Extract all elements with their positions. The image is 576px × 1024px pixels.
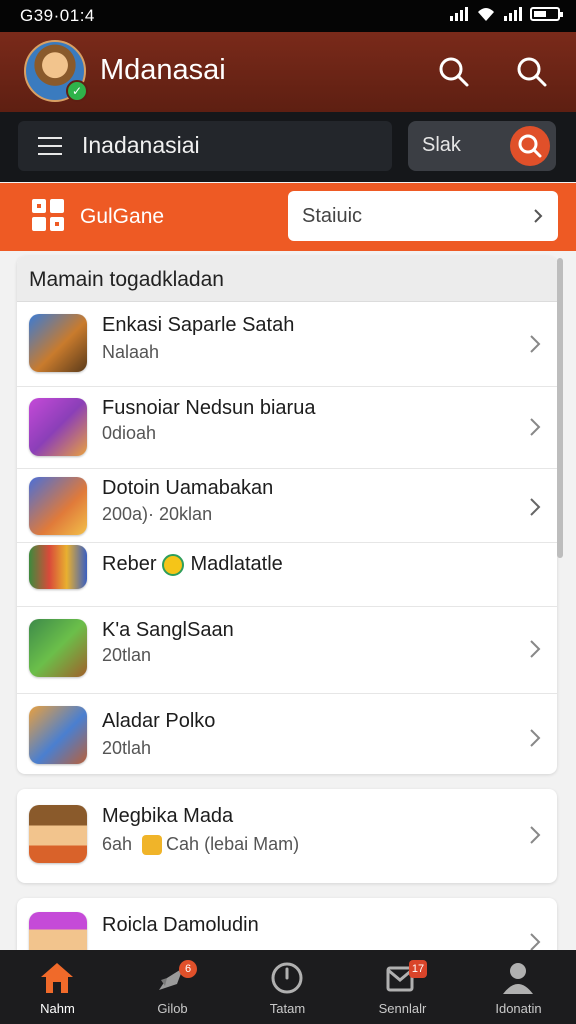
game-thumbnail bbox=[29, 619, 87, 677]
category-select-value: Staiuic bbox=[302, 205, 363, 227]
game-thumbnail bbox=[29, 398, 87, 456]
scrollbar[interactable] bbox=[557, 258, 563, 558]
game-thumbnail bbox=[29, 706, 87, 764]
nav-gilob[interactable]: 6 Gilob bbox=[115, 950, 230, 1024]
smiley-icon bbox=[162, 553, 185, 576]
game-thumbnail bbox=[29, 545, 87, 589]
nav-label: Idonatin bbox=[495, 1001, 542, 1016]
search-bar-row: Inadanasiai Slak bbox=[0, 112, 576, 182]
menu-icon[interactable] bbox=[38, 137, 62, 155]
chevron-right-icon bbox=[534, 209, 543, 223]
list-item-subtitle: 6ah Cah (lebai Mam) bbox=[102, 834, 300, 856]
clock-icon bbox=[271, 962, 303, 994]
chevron-right-icon bbox=[530, 729, 541, 747]
online-badge-icon: ✓ bbox=[66, 80, 88, 102]
list-item-subtitle: 200a)· 20klan bbox=[102, 504, 213, 524]
signal-icon bbox=[450, 7, 468, 21]
chevron-right-icon bbox=[530, 335, 541, 353]
coin-icon bbox=[142, 835, 163, 856]
list-item[interactable]: K'a SanglSaan 20tlan bbox=[17, 607, 557, 694]
list-item-title: K'a SanglSaan bbox=[102, 619, 234, 641]
chevron-right-icon bbox=[530, 418, 541, 436]
list-item-title: Dotoin Uamabakan bbox=[102, 477, 274, 499]
list-item-card[interactable]: Megbika Mada 6ah Cah (lebai Mam) bbox=[17, 789, 557, 883]
nav-label: Nahm bbox=[40, 1001, 75, 1016]
search-button[interactable]: Slak bbox=[408, 121, 556, 171]
nav-badge: 6 bbox=[179, 960, 197, 978]
list-item[interactable]: Enkasi Saparle Satah Nalaah bbox=[17, 302, 557, 387]
search-button-label: Slak bbox=[422, 134, 461, 156]
nav-badge: 17 bbox=[409, 960, 427, 978]
nav-tatam[interactable]: Tatam bbox=[230, 950, 345, 1024]
list-item-title: Fusnoiar Nedsun biarua bbox=[102, 397, 316, 419]
status-bar: G39·01:4 bbox=[0, 0, 576, 32]
nav-label: Sennlalr bbox=[378, 1001, 427, 1016]
chevron-right-icon bbox=[530, 640, 541, 658]
grid-icon[interactable] bbox=[32, 199, 64, 231]
list-item-title: Aladar Polko bbox=[102, 710, 216, 732]
game-list-card: Mamain togadkladan Enkasi Saparle Satah … bbox=[17, 256, 557, 774]
chevron-right-icon bbox=[530, 933, 541, 951]
game-thumbnail bbox=[29, 477, 87, 535]
nav-label: Tatam bbox=[269, 1001, 306, 1016]
nav-home[interactable]: Nahm bbox=[0, 950, 115, 1024]
list-item-subtitle-part: 6ah bbox=[102, 834, 133, 854]
chevron-right-icon bbox=[530, 826, 541, 844]
chevron-right-icon bbox=[530, 498, 541, 516]
app-header: ✓ Mdanasai bbox=[0, 32, 576, 112]
search-icon bbox=[510, 126, 550, 166]
home-icon bbox=[41, 963, 73, 993]
wifi-icon bbox=[478, 8, 494, 21]
bottom-navigation: Nahm 6 Gilob Tatam 17 Sennlalr Idonatin bbox=[0, 950, 576, 1024]
list-item[interactable]: Aladar Polko 20tlah bbox=[17, 694, 557, 774]
category-bar: GulGane Staiuic bbox=[0, 183, 576, 251]
search-input-value: Inadanasiai bbox=[82, 132, 200, 158]
status-icons bbox=[450, 6, 563, 22]
list-item-title-part: Reber bbox=[102, 553, 157, 575]
nav-profile[interactable]: Idonatin bbox=[461, 950, 576, 1024]
status-time: G39·01:4 bbox=[20, 6, 95, 25]
list-item[interactable]: Reber Madlatatle bbox=[17, 543, 557, 607]
list-item-subtitle: 20tlan bbox=[102, 645, 152, 665]
search-input[interactable]: Inadanasiai bbox=[18, 121, 392, 171]
search-icon[interactable] bbox=[436, 54, 470, 88]
list-item-subtitle: 0dioah bbox=[102, 423, 157, 443]
battery-icon bbox=[530, 7, 563, 21]
nav-sennlalr[interactable]: 17 Sennlalr bbox=[345, 950, 460, 1024]
cell-signal-icon bbox=[504, 7, 522, 21]
list-item-title-part: Madlatatle bbox=[190, 553, 283, 575]
list-item-subtitle: Nalaah bbox=[102, 342, 160, 362]
list-item[interactable]: Dotoin Uamabakan 200a)· 20klan bbox=[17, 469, 557, 543]
list-item-title: Enkasi Saparle Satah bbox=[102, 314, 295, 336]
list-item-title: Roicla Damoludin bbox=[102, 914, 259, 936]
category-select[interactable]: Staiuic bbox=[288, 191, 558, 241]
search-icon-secondary[interactable] bbox=[514, 54, 548, 88]
list-item-title: Megbika Mada bbox=[102, 805, 234, 827]
user-icon bbox=[503, 963, 533, 994]
list-item-subtitle-part: Cah (lebai Mam) bbox=[166, 834, 300, 854]
nav-label: Gilob bbox=[157, 1001, 188, 1016]
list-item-card[interactable]: Roicla Damoludin bbox=[17, 898, 557, 958]
category-label[interactable]: GulGane bbox=[80, 205, 164, 229]
app-title: Mdanasai bbox=[100, 54, 226, 86]
list-item-subtitle: 20tlah bbox=[102, 738, 152, 758]
list-item-title: Reber Madlatatle bbox=[102, 553, 283, 576]
game-thumbnail bbox=[29, 314, 87, 372]
game-thumbnail bbox=[29, 805, 87, 863]
list-card-header: Mamain togadkladan bbox=[17, 256, 557, 302]
list-item[interactable]: Fusnoiar Nedsun biarua 0dioah bbox=[17, 387, 557, 469]
